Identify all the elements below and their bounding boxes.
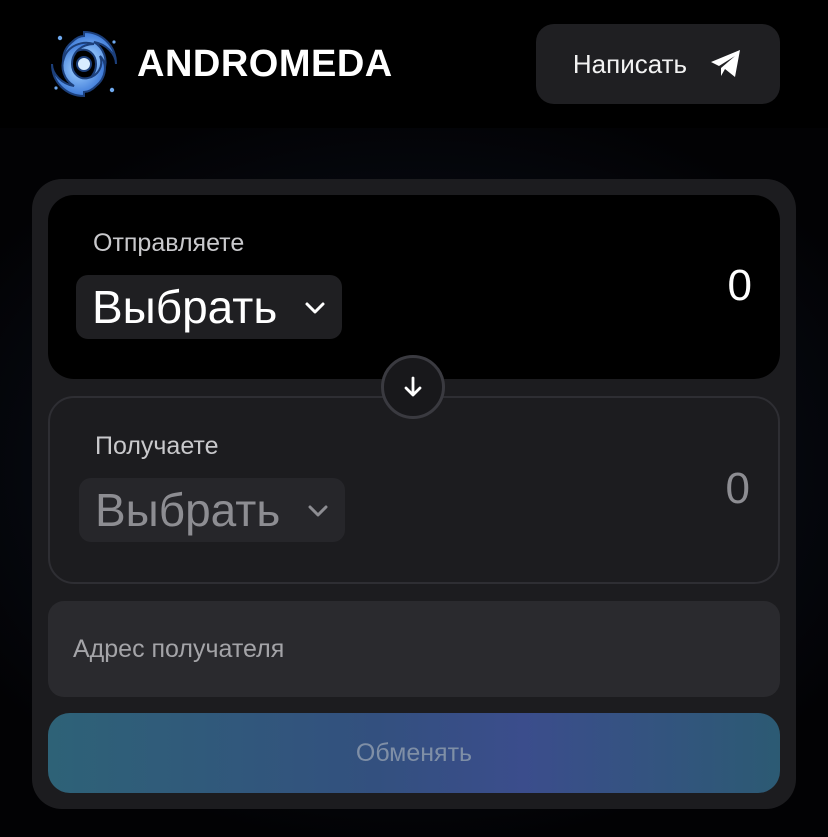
- telegram-icon: [711, 50, 741, 77]
- recipient-address-input[interactable]: [48, 601, 780, 697]
- write-button-label: Написать: [572, 48, 688, 79]
- send-token-select-label: Выбрать: [92, 281, 278, 333]
- brand-name: ANDROMEDA: [137, 43, 393, 85]
- exchange-page: ANDROMEDA Написать Отправляете Выбрать 0…: [0, 0, 828, 837]
- receive-token-select-label: Выбрать: [95, 484, 281, 536]
- send-amount[interactable]: 0: [728, 261, 752, 311]
- send-label: Отправляете: [93, 229, 245, 257]
- exchange-button[interactable]: Обменять: [48, 713, 780, 793]
- receive-token-select[interactable]: Выбрать: [79, 478, 345, 542]
- send-token-select[interactable]: Выбрать: [76, 275, 342, 339]
- receive-panel: Получаете Выбрать 0: [48, 396, 780, 584]
- send-panel: Отправляете Выбрать 0: [48, 195, 780, 379]
- receive-amount[interactable]: 0: [726, 464, 750, 514]
- swap-direction-button[interactable]: [381, 355, 445, 419]
- chevron-down-icon: [305, 302, 325, 314]
- write-button[interactable]: Написать: [536, 24, 780, 104]
- header: ANDROMEDA Написать: [0, 0, 828, 128]
- receive-label: Получаете: [95, 432, 219, 460]
- chevron-down-icon: [308, 505, 328, 517]
- galaxy-logo-icon[interactable]: [46, 26, 122, 102]
- arrow-down-icon: [404, 376, 422, 397]
